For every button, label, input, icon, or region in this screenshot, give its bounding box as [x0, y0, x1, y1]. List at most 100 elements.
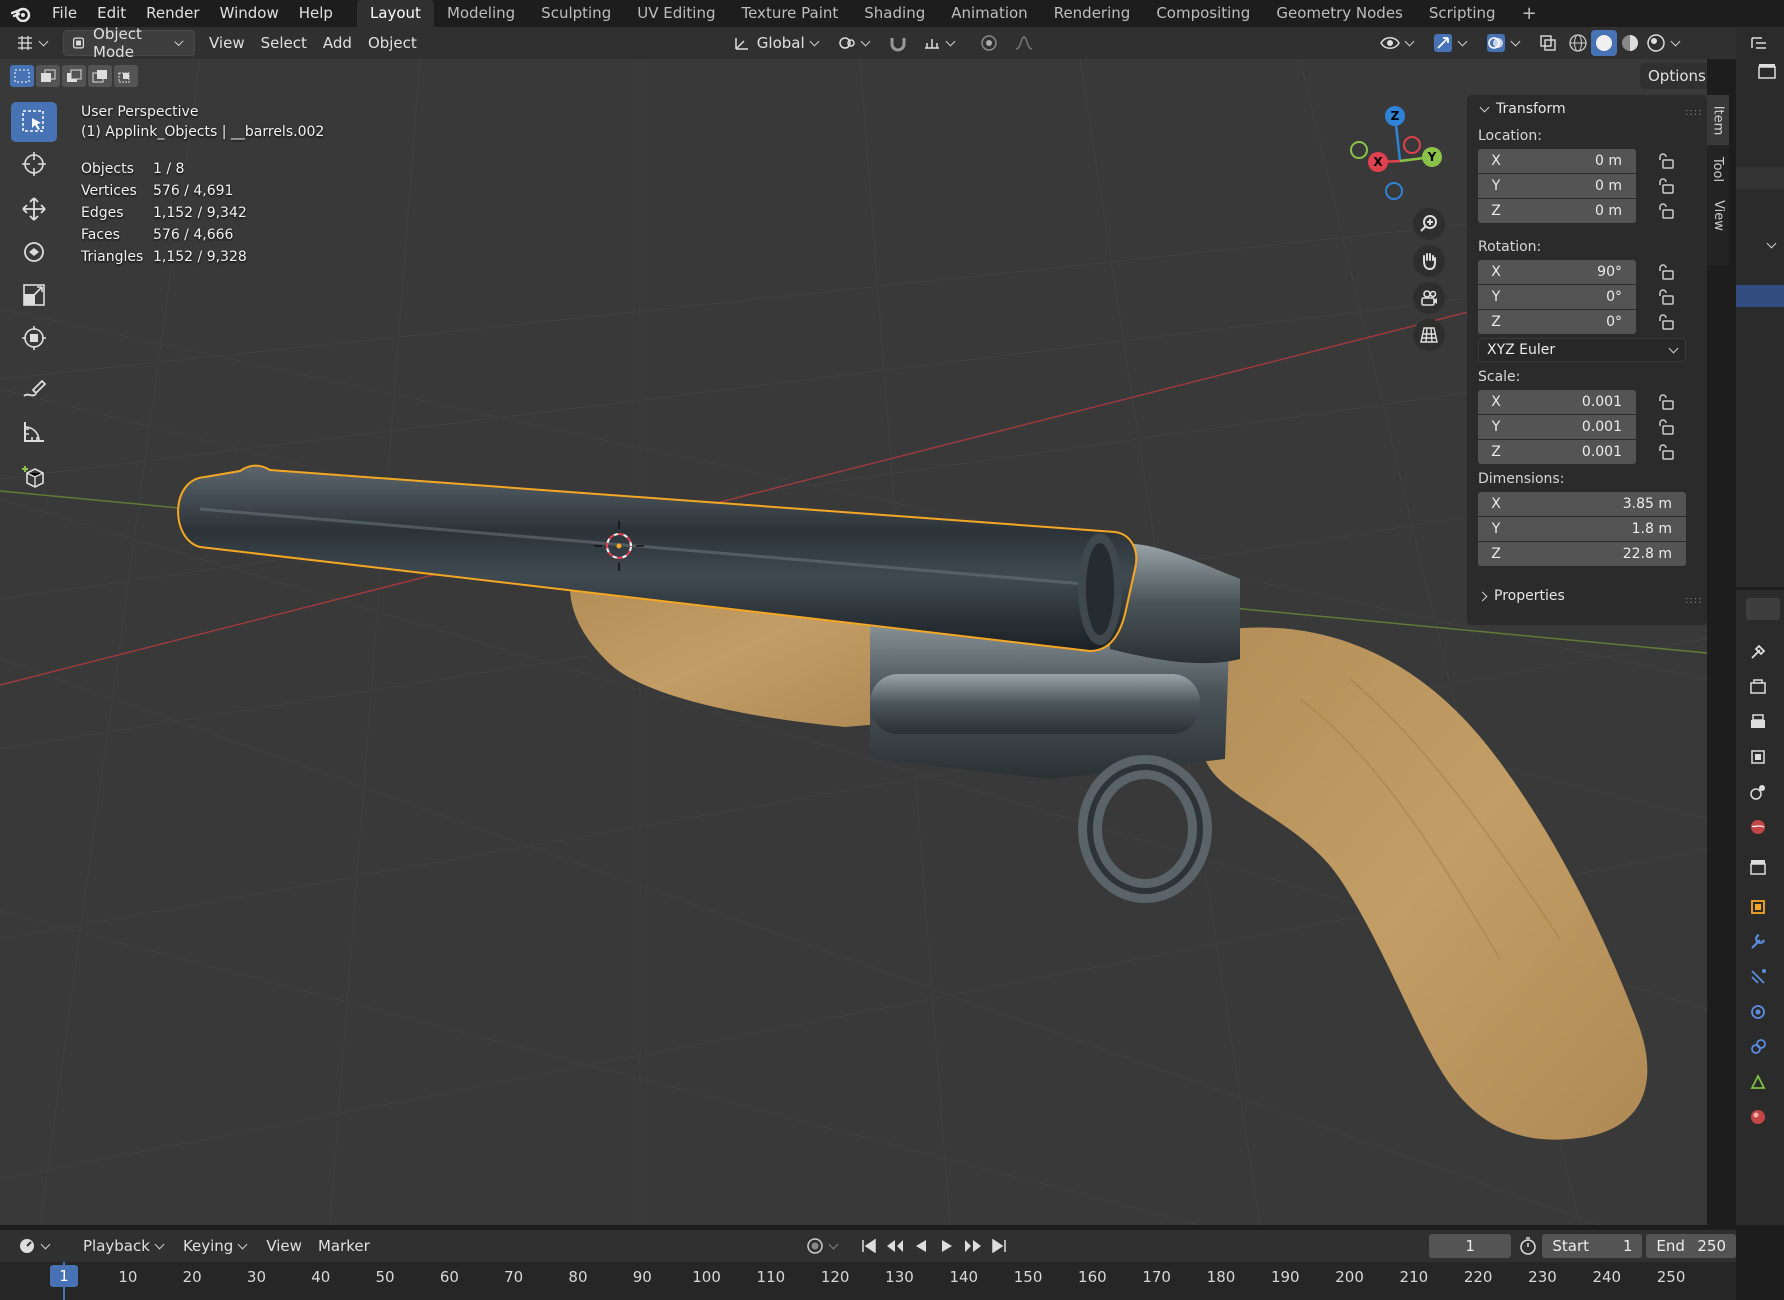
xray-toggle[interactable]	[1531, 30, 1565, 56]
tab-scripting[interactable]: Scripting	[1416, 0, 1509, 27]
menu-window[interactable]: Window	[210, 0, 289, 27]
render-properties-icon[interactable]	[1746, 675, 1770, 699]
snap-toggle[interactable]	[881, 30, 915, 56]
tab-sculpting[interactable]: Sculpting	[528, 0, 624, 27]
play-button[interactable]	[935, 1234, 959, 1258]
gizmo-z-negative[interactable]	[1385, 182, 1403, 200]
menu-render[interactable]: Render	[136, 0, 209, 27]
location-x-field[interactable]: X0 m	[1478, 149, 1636, 173]
particles-properties-icon[interactable]	[1746, 965, 1770, 989]
next-keyframe-button[interactable]	[961, 1234, 985, 1258]
tool-properties-icon[interactable]	[1746, 640, 1770, 664]
rotation-y-field[interactable]: Y 0°	[1478, 285, 1636, 309]
start-frame-field[interactable]: Start 1	[1542, 1234, 1643, 1258]
modifier-properties-icon[interactable]	[1746, 930, 1770, 954]
perspective-toggle-button[interactable]	[1413, 319, 1445, 351]
location-y-lock-icon[interactable]	[1657, 178, 1675, 194]
tool-rotate[interactable]	[11, 232, 57, 272]
select-subtract-button[interactable]	[62, 65, 86, 87]
select-intersect-button[interactable]	[114, 65, 138, 87]
tab-view[interactable]: View	[1707, 193, 1729, 237]
pivot-dropdown[interactable]	[830, 30, 881, 56]
zoom-button[interactable]	[1413, 208, 1445, 240]
select-menu[interactable]: Select	[253, 30, 315, 56]
gizmo-x-negative[interactable]	[1403, 136, 1421, 154]
tab-texture-paint[interactable]: Texture Paint	[728, 0, 851, 27]
editor-type-button[interactable]	[8, 30, 59, 56]
scale-z-lock-icon[interactable]	[1657, 444, 1675, 460]
tool-add-cube[interactable]	[11, 457, 57, 497]
tool-measure[interactable]	[11, 412, 57, 452]
3d-viewport[interactable]: Z Y X Options User Perspective (1) Appli…	[0, 59, 1707, 1225]
mode-dropdown[interactable]: Object Mode	[63, 25, 195, 61]
tab-geometry-nodes[interactable]: Geometry Nodes	[1263, 0, 1416, 27]
scale-x-field[interactable]: X 0.001	[1478, 390, 1636, 414]
timeline-editor-type-button[interactable]	[10, 1233, 61, 1259]
location-z-field[interactable]: Z0 m	[1478, 199, 1636, 223]
outliner-filter-chevron-icon[interactable]	[1762, 237, 1779, 255]
tab-rendering[interactable]: Rendering	[1041, 0, 1144, 27]
rotation-mode-dropdown[interactable]: XYZ Euler	[1478, 338, 1686, 362]
scene-properties-icon[interactable]	[1746, 780, 1770, 804]
shading-solid[interactable]	[1590, 30, 1617, 56]
end-frame-field[interactable]: End 250	[1646, 1234, 1737, 1258]
timeline-view-menu[interactable]: View	[258, 1233, 310, 1259]
shading-rendered[interactable]	[1643, 30, 1686, 56]
dimensions-x-field[interactable]: X 3.85 m	[1478, 492, 1686, 516]
rotation-z-field[interactable]: Z 0°	[1478, 310, 1636, 334]
location-y-field[interactable]: Y0 m	[1478, 174, 1636, 198]
gizmo-y-button[interactable]: Y	[1422, 147, 1442, 167]
add-menu[interactable]: Add	[315, 30, 360, 56]
overlays-toggle[interactable]	[1478, 30, 1531, 56]
outliner-row[interactable]	[1736, 167, 1784, 189]
gizmo-z-button[interactable]: Z	[1385, 106, 1405, 126]
tab-tool[interactable]: Tool	[1707, 147, 1729, 191]
menu-file[interactable]: File	[42, 0, 87, 27]
tab-animation[interactable]: Animation	[938, 0, 1040, 27]
collection-properties-icon[interactable]	[1746, 855, 1770, 879]
rotation-x-field[interactable]: X 90°	[1478, 260, 1636, 284]
preview-range-toggle[interactable]	[1517, 1234, 1538, 1258]
tool-move[interactable]	[11, 189, 57, 229]
playback-menu[interactable]: Playback	[75, 1233, 175, 1259]
marker-menu[interactable]: Marker	[310, 1233, 378, 1259]
transform-panel-header[interactable]: Transform	[1477, 101, 1566, 117]
tab-item[interactable]: Item	[1707, 95, 1729, 145]
rotation-x-lock-icon[interactable]	[1657, 264, 1675, 280]
scale-x-lock-icon[interactable]	[1657, 394, 1675, 410]
keying-menu[interactable]: Keying	[175, 1233, 258, 1259]
new-collection-icon[interactable]	[1758, 63, 1776, 83]
shading-material[interactable]	[1617, 30, 1643, 56]
outliner-area[interactable]	[1736, 27, 1784, 587]
tab-modeling[interactable]: Modeling	[434, 0, 528, 27]
area-separator[interactable]	[1729, 59, 1736, 1225]
tool-scale[interactable]	[11, 275, 57, 315]
drag-handle-icon[interactable]: ::::	[1685, 107, 1702, 118]
object-menu[interactable]: Object	[360, 30, 425, 56]
falloff-dropdown[interactable]	[1006, 30, 1042, 56]
camera-view-button[interactable]	[1413, 282, 1445, 314]
play-reverse-button[interactable]	[909, 1234, 933, 1258]
world-properties-icon[interactable]	[1746, 815, 1770, 839]
dimensions-z-field[interactable]: Z 22.8 m	[1478, 542, 1686, 566]
properties-drag-handle-icon[interactable]: ::::	[1685, 595, 1702, 606]
add-workspace-button[interactable]: +	[1509, 0, 1550, 27]
select-extend-button[interactable]	[36, 65, 60, 87]
tool-transform[interactable]	[11, 318, 57, 358]
shading-wireframe[interactable]	[1565, 30, 1591, 56]
data-properties-icon[interactable]	[1746, 1070, 1770, 1094]
outliner-row-active[interactable]	[1736, 285, 1784, 307]
navigation-gizmo[interactable]	[1350, 115, 1433, 200]
tool-cursor[interactable]	[11, 144, 57, 184]
output-properties-icon[interactable]	[1746, 710, 1770, 734]
menu-help[interactable]: Help	[289, 0, 343, 27]
object-properties-icon[interactable]	[1746, 895, 1770, 919]
blender-logo-icon[interactable]	[0, 0, 42, 27]
select-new-button[interactable]	[10, 65, 34, 87]
properties-panel-header[interactable]: Properties	[1477, 588, 1565, 604]
rotation-y-lock-icon[interactable]	[1657, 289, 1675, 305]
scale-z-field[interactable]: Z 0.001	[1478, 440, 1636, 464]
pan-button[interactable]	[1413, 245, 1445, 277]
timeline-ruler[interactable]: 1 10 20 30 40 50 60 70 80 90 100 110 120 130 140 150 16…	[0, 1262, 1736, 1300]
physics-properties-icon[interactable]	[1746, 1000, 1770, 1024]
